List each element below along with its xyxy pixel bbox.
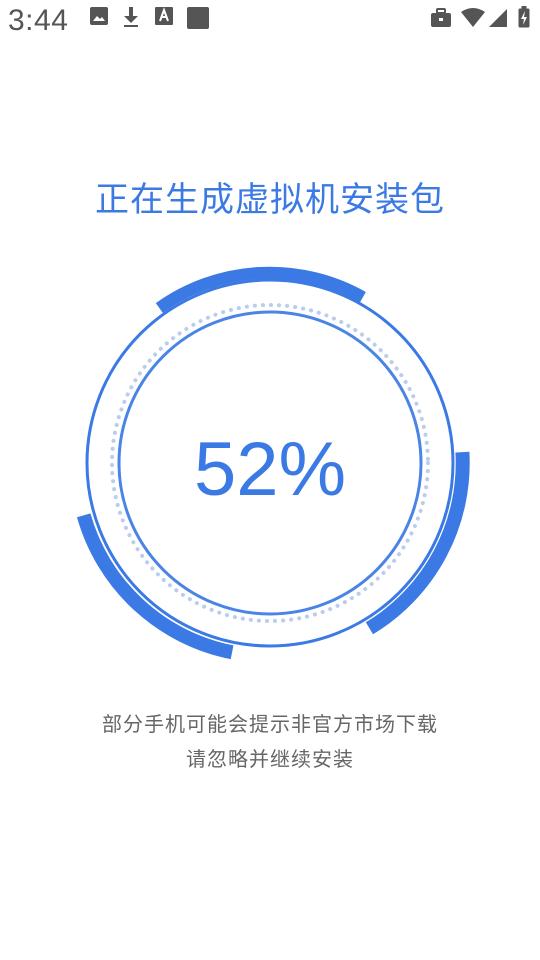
hint-text-line2: 请忽略并继续安装 (186, 747, 354, 771)
bottom-left-arc (76, 513, 234, 660)
hint-text-line1: 部分手机可能会提示非官方市场下载 (102, 712, 438, 736)
progress-percent: 52% (193, 427, 347, 512)
